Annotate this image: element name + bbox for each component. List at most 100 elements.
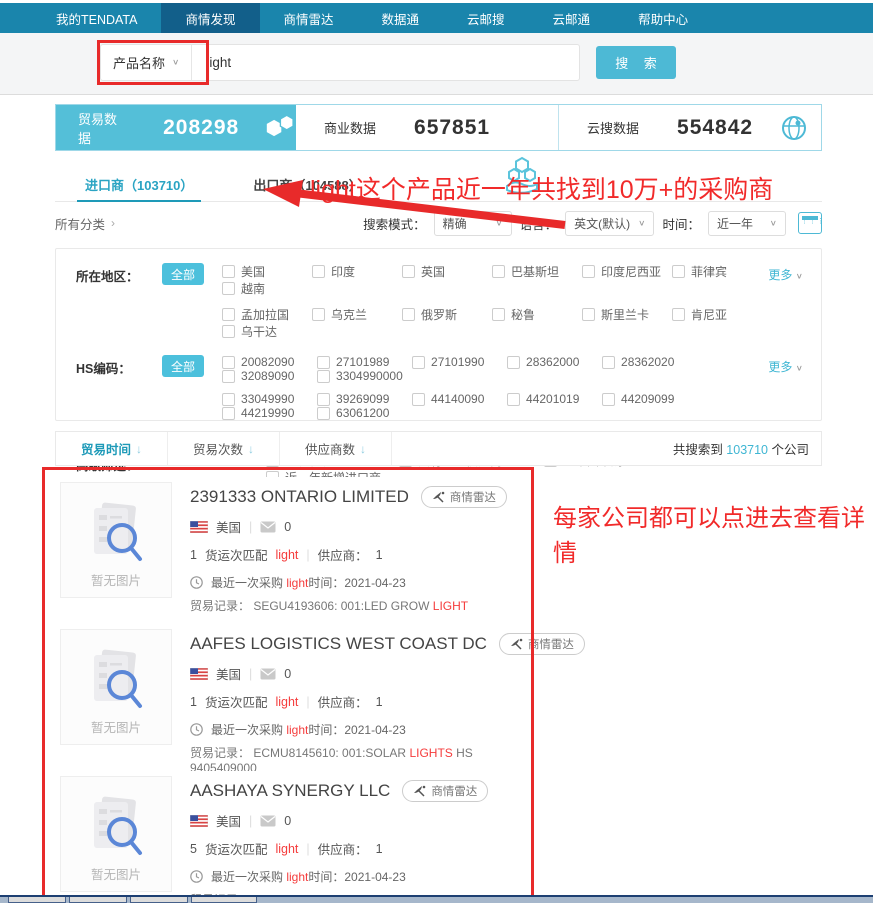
checkbox-icon[interactable] bbox=[402, 265, 415, 278]
language-select[interactable]: 英文(默认) ∨ bbox=[565, 211, 654, 236]
hs-checkbox[interactable]: 27101990 bbox=[412, 355, 507, 369]
hs-checkbox[interactable]: 44209099 bbox=[602, 392, 697, 406]
region-checkbox[interactable]: 肯尼亚 bbox=[672, 306, 762, 323]
checkbox-icon[interactable] bbox=[317, 393, 330, 406]
region-checkbox[interactable]: 孟加拉国 bbox=[222, 306, 312, 323]
taskbar-tab[interactable] bbox=[8, 897, 66, 903]
hs-checkbox[interactable]: 44219990 bbox=[222, 406, 317, 420]
search-mode-select[interactable]: 精确 ∨ bbox=[434, 211, 512, 236]
checkbox-icon[interactable] bbox=[402, 308, 415, 321]
region-checkbox[interactable]: 斯里兰卡 bbox=[582, 306, 672, 323]
hs-checkbox[interactable]: 3304990000 bbox=[317, 369, 412, 383]
taskbar-tab[interactable] bbox=[191, 897, 257, 903]
nav-item[interactable]: 云邮搜 bbox=[443, 3, 529, 33]
nav-item[interactable]: 帮助中心 bbox=[614, 3, 712, 33]
checkbox-icon[interactable] bbox=[222, 282, 235, 295]
stat-trade-value: 208298 bbox=[163, 116, 239, 140]
checkbox-icon[interactable] bbox=[222, 325, 235, 338]
region-checkbox[interactable]: 菲律宾 bbox=[672, 263, 762, 280]
region-checkbox[interactable]: 巴基斯坦 bbox=[492, 263, 582, 280]
region-checkbox[interactable]: 乌干达 bbox=[222, 323, 312, 340]
stat-business-data[interactable]: 商业数据 657851 bbox=[296, 105, 559, 150]
taskbar-tab[interactable] bbox=[69, 897, 127, 903]
company-card[interactable]: 暂无图片 2391333 ONTARIO LIMITED 商情雷达 bbox=[55, 477, 523, 608]
checkbox-icon[interactable] bbox=[412, 356, 425, 369]
region-checkbox[interactable]: 英国 bbox=[402, 263, 492, 280]
radar-button[interactable]: 商情雷达 bbox=[421, 486, 507, 508]
company-card[interactable]: 暂无图片 AASHAYA SYNERGY LLC 商情雷达 bbox=[55, 771, 523, 902]
region-checkbox[interactable]: 秘鲁 bbox=[492, 306, 582, 323]
checkbox-icon[interactable] bbox=[507, 393, 520, 406]
hs-all-badge[interactable]: 全部 bbox=[162, 355, 204, 377]
hs-checkbox[interactable]: 33049990 bbox=[222, 392, 317, 406]
checkbox-icon[interactable] bbox=[492, 308, 505, 321]
search-category-dropdown[interactable]: 产品名称 ∨ bbox=[101, 45, 192, 80]
no-image-label: 暂无图片 bbox=[91, 864, 141, 883]
checkbox-icon[interactable] bbox=[312, 265, 325, 278]
tab-importers[interactable]: 进口商（103710） bbox=[55, 167, 223, 201]
sort-tab[interactable]: 供应商数↓ bbox=[280, 432, 392, 465]
hs-checkbox[interactable]: 44201019 bbox=[507, 392, 602, 406]
checkbox-icon[interactable] bbox=[222, 265, 235, 278]
nav-item[interactable]: 云邮通 bbox=[529, 3, 615, 33]
checkbox-icon[interactable] bbox=[672, 308, 685, 321]
nav-item[interactable]: 商情发现 bbox=[161, 3, 259, 33]
checkbox-icon[interactable] bbox=[222, 370, 235, 383]
company-name[interactable]: AAFES LOGISTICS WEST COAST DC bbox=[190, 634, 487, 654]
sort-tab[interactable]: 贸易次数↓ bbox=[168, 432, 280, 465]
nav-item[interactable]: 我的TENDATA bbox=[32, 3, 161, 33]
company-name[interactable]: 2391333 ONTARIO LIMITED bbox=[190, 487, 409, 507]
hs-checkbox[interactable]: 28362020 bbox=[602, 355, 697, 369]
breadcrumb[interactable]: 所有分类 › bbox=[55, 214, 115, 233]
taskbar-tab[interactable] bbox=[130, 897, 188, 903]
hs-checkbox[interactable]: 44140090 bbox=[412, 392, 507, 406]
checkbox-icon[interactable] bbox=[507, 356, 520, 369]
radar-button[interactable]: 商情雷达 bbox=[499, 633, 585, 655]
company-name[interactable]: AASHAYA SYNERGY LLC bbox=[190, 781, 390, 801]
region-checkbox[interactable]: 印度 bbox=[312, 263, 402, 280]
stat-cloud-data[interactable]: 云搜数据 554842 bbox=[559, 105, 821, 150]
region-checkbox[interactable]: 美国 bbox=[222, 263, 312, 280]
checkbox-icon[interactable] bbox=[222, 393, 235, 406]
region-checkbox[interactable]: 越南 bbox=[222, 280, 312, 297]
region-all-badge[interactable]: 全部 bbox=[162, 263, 204, 285]
region-checkbox[interactable]: 俄罗斯 bbox=[402, 306, 492, 323]
calendar-icon[interactable] bbox=[798, 212, 822, 234]
hs-checkbox[interactable]: 39269099 bbox=[317, 392, 412, 406]
checkbox-icon[interactable] bbox=[582, 265, 595, 278]
radar-button[interactable]: 商情雷达 bbox=[402, 780, 488, 802]
checkbox-icon[interactable] bbox=[222, 407, 235, 420]
sort-tab[interactable]: 贸易时间↓ bbox=[56, 432, 168, 465]
hs-checkbox[interactable]: 28362000 bbox=[507, 355, 602, 369]
hs-checkbox[interactable]: 32089090 bbox=[222, 369, 317, 383]
search-input[interactable]: light bbox=[192, 55, 579, 70]
nav-item[interactable]: 商情雷达 bbox=[260, 3, 358, 33]
hs-more-link[interactable]: 更多 ∨ bbox=[768, 355, 803, 429]
company-card[interactable]: 暂无图片 AAFES LOGISTICS WEST COAST DC 商情雷达 bbox=[55, 624, 523, 755]
checkbox-icon[interactable] bbox=[602, 393, 615, 406]
checkbox-icon[interactable] bbox=[317, 356, 330, 369]
checkbox-icon[interactable] bbox=[312, 308, 325, 321]
checkbox-icon[interactable] bbox=[412, 393, 425, 406]
trade-record: 贸易记录： SEGU4193606: 001:LED GROW LIGHT bbox=[190, 597, 523, 614]
checkbox-icon[interactable] bbox=[317, 370, 330, 383]
checkbox-icon[interactable] bbox=[317, 407, 330, 420]
region-checkbox-label: 英国 bbox=[421, 263, 445, 280]
hs-checkbox[interactable]: 20082090 bbox=[222, 355, 317, 369]
checkbox-icon[interactable] bbox=[582, 308, 595, 321]
region-checkbox-label: 乌干达 bbox=[241, 323, 277, 340]
nav-item[interactable]: 数据通 bbox=[358, 3, 444, 33]
region-more-link[interactable]: 更多 ∨ bbox=[768, 263, 803, 349]
search-button[interactable]: 搜 索 bbox=[596, 46, 676, 79]
hs-checkbox[interactable]: 27101989 bbox=[317, 355, 412, 369]
hs-checkbox[interactable]: 63061200 bbox=[317, 406, 412, 420]
region-checkbox[interactable]: 乌克兰 bbox=[312, 306, 402, 323]
region-checkbox[interactable]: 印度尼西亚 bbox=[582, 263, 672, 280]
checkbox-icon[interactable] bbox=[222, 356, 235, 369]
checkbox-icon[interactable] bbox=[492, 265, 505, 278]
checkbox-icon[interactable] bbox=[222, 308, 235, 321]
checkbox-icon[interactable] bbox=[602, 356, 615, 369]
time-select[interactable]: 近一年 ∨ bbox=[708, 211, 786, 236]
checkbox-icon[interactable] bbox=[672, 265, 685, 278]
stat-trade-data[interactable]: 贸易数据 208298 bbox=[56, 105, 296, 150]
